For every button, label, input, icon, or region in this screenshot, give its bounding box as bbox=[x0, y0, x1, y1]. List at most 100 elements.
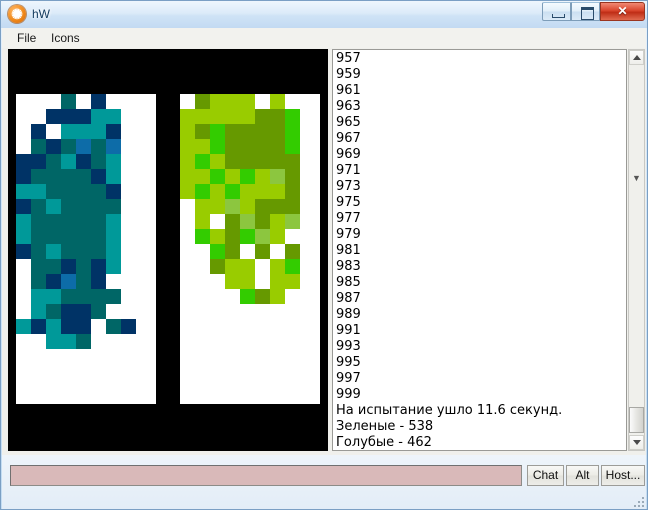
minimize-button[interactable] bbox=[542, 2, 571, 21]
grid-cell bbox=[240, 154, 255, 169]
grid-cell bbox=[31, 214, 46, 229]
maximize-button[interactable] bbox=[571, 2, 600, 21]
log-scrollbar[interactable]: ▼ bbox=[628, 49, 645, 451]
grid-cell bbox=[91, 304, 106, 319]
grid-cell bbox=[270, 154, 285, 169]
grid-cell bbox=[61, 139, 76, 154]
grid-cell bbox=[285, 124, 300, 139]
grid-cell bbox=[46, 229, 61, 244]
grid-cell bbox=[210, 244, 225, 259]
grid-cell bbox=[46, 319, 61, 334]
chat-button[interactable]: Chat bbox=[527, 465, 564, 486]
grid-cell bbox=[255, 169, 270, 184]
grid-cell bbox=[210, 229, 225, 244]
grid-cell bbox=[31, 319, 46, 334]
log-line: 985 bbox=[336, 275, 361, 290]
log-line: 961 bbox=[336, 83, 361, 98]
grid-cell bbox=[16, 244, 31, 259]
grid-cell bbox=[76, 169, 91, 184]
grid-cell bbox=[61, 259, 76, 274]
grid-cell bbox=[180, 154, 195, 169]
grid-cell bbox=[255, 184, 270, 199]
grid-cell bbox=[46, 184, 61, 199]
grid-cell bbox=[31, 184, 46, 199]
grid-cell bbox=[195, 199, 210, 214]
grid-cell bbox=[106, 244, 121, 259]
grid-cell bbox=[106, 109, 121, 124]
grid-cell bbox=[255, 109, 270, 124]
grid-cell bbox=[46, 109, 61, 124]
grid-cell bbox=[61, 274, 76, 289]
grid-cell bbox=[106, 169, 121, 184]
grid-cell bbox=[91, 169, 106, 184]
grid-cell bbox=[225, 244, 240, 259]
chat-input[interactable] bbox=[10, 465, 522, 486]
grid-cell bbox=[106, 139, 121, 154]
grid-cell bbox=[195, 109, 210, 124]
grid-cell bbox=[270, 199, 285, 214]
grid-cell bbox=[46, 244, 61, 259]
grid-cell bbox=[180, 109, 195, 124]
grid-cell bbox=[76, 259, 91, 274]
grid-cell bbox=[270, 139, 285, 154]
grid-cell bbox=[76, 199, 91, 214]
log-line: Зеленые - 538 bbox=[336, 419, 434, 434]
menu-bar: File Icons bbox=[2, 28, 646, 49]
grid-cell bbox=[61, 214, 76, 229]
host-button[interactable]: Host... bbox=[601, 465, 645, 486]
log-line: 989 bbox=[336, 307, 361, 322]
grid-cell bbox=[76, 154, 91, 169]
grid-cell bbox=[270, 94, 285, 109]
grid-cell bbox=[76, 214, 91, 229]
grid-cell bbox=[225, 274, 240, 289]
menu-item-file[interactable]: File bbox=[10, 30, 43, 46]
grid-cell bbox=[61, 334, 76, 349]
grid-cell bbox=[240, 109, 255, 124]
grid-cell bbox=[240, 214, 255, 229]
close-button[interactable]: ✕ bbox=[600, 2, 645, 21]
grid-cell bbox=[195, 214, 210, 229]
log-line: 965 bbox=[336, 115, 361, 130]
menu-item-icons[interactable]: Icons bbox=[44, 30, 87, 46]
scrollbar-track-mark: ▼ bbox=[632, 173, 641, 183]
grid-cell bbox=[270, 289, 285, 304]
resize-grip-icon[interactable] bbox=[631, 494, 644, 507]
grid-cell bbox=[61, 199, 76, 214]
grid-cell bbox=[106, 124, 121, 139]
grid-cell bbox=[76, 244, 91, 259]
grid-cell bbox=[91, 274, 106, 289]
scroll-down-button[interactable] bbox=[629, 435, 644, 450]
output-log-panel[interactable]: 957 959 961 963 965 967 969 971 973 975 977 979 981 9… bbox=[332, 49, 627, 451]
grid-cell bbox=[91, 199, 106, 214]
blue-population-grid bbox=[16, 94, 156, 404]
grid-cell bbox=[285, 244, 300, 259]
grid-cell bbox=[285, 214, 300, 229]
scroll-up-button[interactable] bbox=[629, 50, 644, 65]
grid-cell bbox=[106, 184, 121, 199]
grid-cell bbox=[210, 94, 225, 109]
title-bar: ✺ hW ✕ bbox=[1, 1, 647, 28]
simulation-canvas[interactable] bbox=[8, 49, 328, 451]
alt-button[interactable]: Alt bbox=[566, 465, 599, 486]
grid-cell bbox=[106, 229, 121, 244]
grid-cell bbox=[225, 214, 240, 229]
grid-cell bbox=[31, 274, 46, 289]
grid-cell bbox=[106, 289, 121, 304]
grid-cell bbox=[46, 334, 61, 349]
grid-cell bbox=[16, 154, 31, 169]
scrollbar-thumb[interactable] bbox=[629, 407, 644, 433]
log-line: 971 bbox=[336, 163, 361, 178]
grid-cell bbox=[210, 184, 225, 199]
grid-cell bbox=[225, 139, 240, 154]
log-line: 981 bbox=[336, 243, 361, 258]
grid-cell bbox=[240, 199, 255, 214]
grid-cell bbox=[46, 274, 61, 289]
grid-cell bbox=[240, 94, 255, 109]
output-log-lines: 957 959 961 963 965 967 969 971 973 975 977 979 981 9… bbox=[336, 51, 626, 450]
grid-cell bbox=[91, 184, 106, 199]
grid-cell bbox=[210, 124, 225, 139]
grid-cell bbox=[225, 259, 240, 274]
grid-cell bbox=[225, 169, 240, 184]
grid-cell bbox=[61, 154, 76, 169]
grid-cell bbox=[61, 244, 76, 259]
